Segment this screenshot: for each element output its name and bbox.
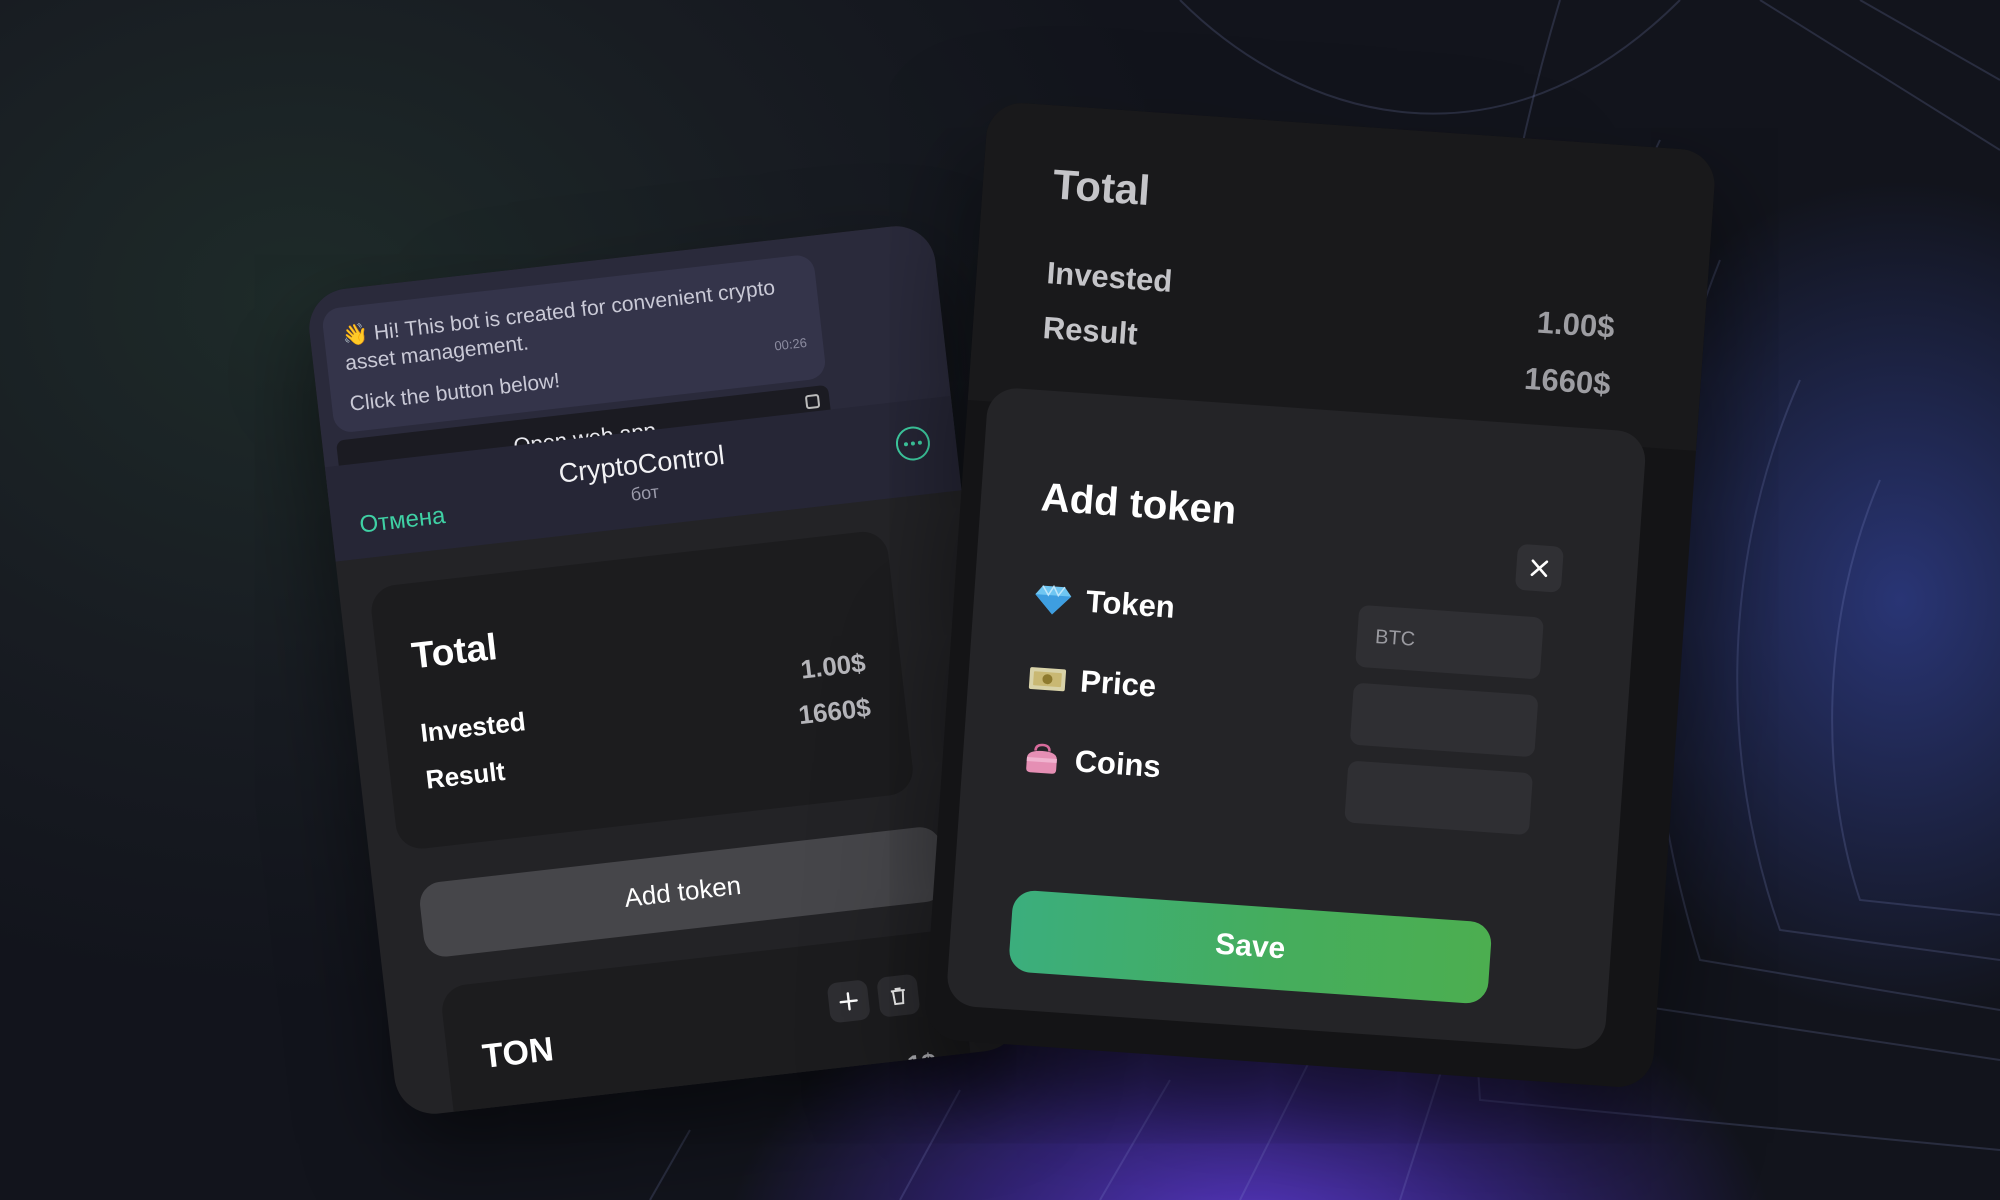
invested-label: Invested bbox=[418, 706, 528, 748]
invested-value: 1.00$ bbox=[799, 647, 868, 685]
trash-icon[interactable] bbox=[876, 973, 921, 1018]
total-summary-card: Total Invested 1.00$ Result 1660$ bbox=[368, 529, 916, 852]
message-time: 00:26 bbox=[773, 334, 808, 354]
result-value: 1660$ bbox=[796, 692, 873, 731]
save-button[interactable]: Save bbox=[1008, 889, 1493, 1005]
invested-value: 1.00$ bbox=[1535, 304, 1616, 345]
bot-message-text: 👋 Hi! This bot is created for convenient… bbox=[340, 276, 777, 376]
result-label: Result bbox=[424, 755, 507, 795]
telegram-webapp-card: 👋 Hi! This bot is created for convenient… bbox=[305, 222, 1025, 1118]
result-label: Result bbox=[1041, 310, 1139, 352]
invested-label: Invested bbox=[1045, 255, 1174, 299]
add-token-sheet: Add token Token Price bbox=[945, 386, 1648, 1051]
price-input[interactable] bbox=[1349, 682, 1539, 758]
coins-field-label: Coins bbox=[1022, 740, 1162, 786]
purse-icon bbox=[1026, 743, 1057, 774]
sheet-title: Add token bbox=[1039, 475, 1238, 533]
result-value: 1660$ bbox=[1523, 360, 1612, 402]
total-title: Total bbox=[409, 626, 500, 677]
total-title: Total bbox=[1051, 160, 1152, 215]
price-field-label: Price bbox=[1027, 660, 1157, 705]
diamond-icon bbox=[1035, 584, 1072, 615]
add-token-screen: Total Invested 1.00$ Result 1660$ Add to… bbox=[923, 100, 1717, 1090]
bot-message-instruction: Click the button below! bbox=[348, 369, 562, 416]
money-icon bbox=[1028, 667, 1067, 692]
token-name: TON bbox=[480, 1030, 556, 1077]
close-icon[interactable] bbox=[1514, 543, 1564, 593]
plus-icon[interactable] bbox=[826, 979, 871, 1024]
coins-input[interactable] bbox=[1344, 760, 1534, 836]
token-input[interactable] bbox=[1355, 604, 1544, 680]
token-field-label: Token bbox=[1033, 580, 1176, 626]
open-app-icon bbox=[804, 393, 821, 410]
